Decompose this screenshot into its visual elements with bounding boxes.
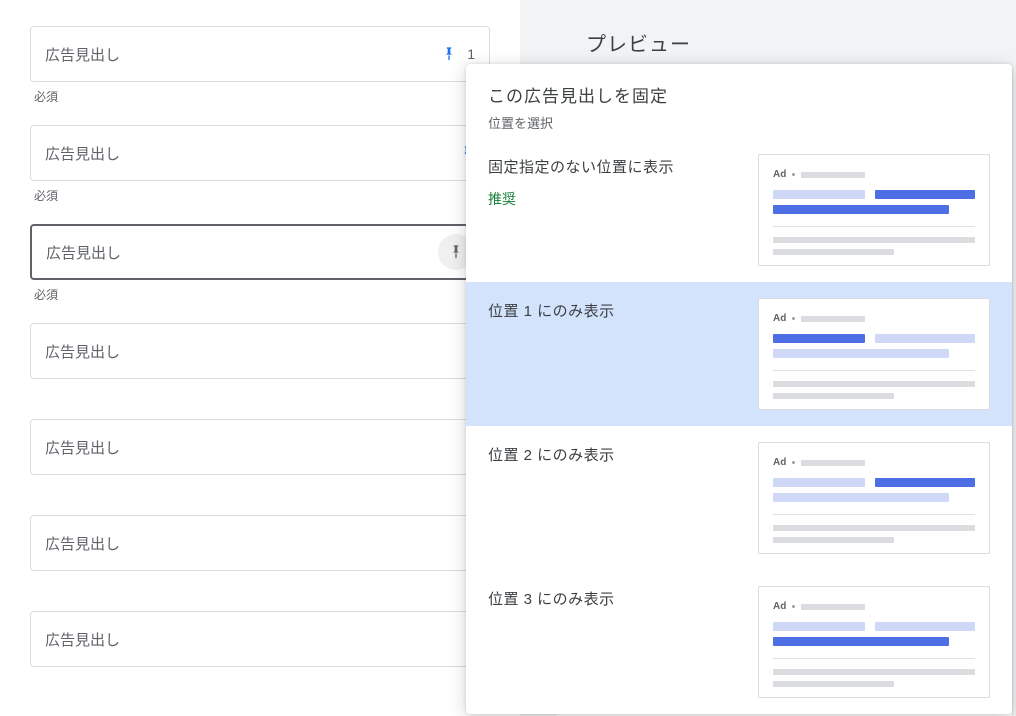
ad-divider bbox=[773, 658, 975, 659]
ad-title-bar bbox=[773, 349, 949, 358]
pin-option-0[interactable]: 固定指定のない位置に表示推奨 Ad bbox=[466, 138, 1012, 282]
headline-placeholder: 広告見出し bbox=[45, 533, 475, 554]
field-meta: 必須 0 / bbox=[30, 181, 490, 204]
headline-placeholder: 広告見出し bbox=[45, 44, 441, 65]
ad-title-bar bbox=[773, 637, 949, 646]
field-meta: 0 / bbox=[30, 571, 490, 591]
ad-title-bar bbox=[773, 190, 865, 199]
headline-placeholder: 広告見出し bbox=[45, 437, 475, 458]
ad-url-bar bbox=[801, 172, 865, 178]
ad-desc-bar bbox=[773, 249, 894, 255]
ad-url-bar bbox=[801, 316, 865, 322]
headline-input-1[interactable]: 広告見出し 1 bbox=[30, 26, 490, 82]
ad-preview: Ad bbox=[758, 154, 990, 266]
required-label: 必須 bbox=[34, 187, 58, 204]
ad-title-bar bbox=[773, 334, 865, 343]
headline-input-5[interactable]: 広告見出し bbox=[30, 419, 490, 475]
ad-tag: Ad bbox=[773, 169, 786, 180]
headline-input-4[interactable]: 広告見出し bbox=[30, 323, 490, 379]
field-meta: 0 / bbox=[30, 475, 490, 495]
ad-dot-icon bbox=[792, 605, 795, 608]
pin-option-label: 位置 3 にのみ表示 bbox=[488, 588, 738, 609]
pin-icon[interactable] bbox=[441, 46, 457, 62]
ad-title-bar bbox=[773, 622, 865, 631]
ad-desc-bar bbox=[773, 393, 894, 399]
headline-placeholder: 広告見出し bbox=[45, 629, 475, 650]
popover-title: この広告見出しを固定 bbox=[488, 82, 990, 107]
headline-placeholder: 広告見出し bbox=[46, 242, 438, 263]
ad-preview: Ad bbox=[758, 442, 990, 554]
headline-input-6[interactable]: 広告見出し bbox=[30, 515, 490, 571]
ad-preview: Ad bbox=[758, 298, 990, 410]
ad-divider bbox=[773, 370, 975, 371]
ad-dot-icon bbox=[792, 461, 795, 464]
ad-tag: Ad bbox=[773, 457, 786, 468]
ad-preview: Ad bbox=[758, 586, 990, 698]
pin-position-popover: この広告見出しを固定 位置を選択 固定指定のない位置に表示推奨 Ad 位置 1 … bbox=[466, 64, 1012, 714]
ad-desc-bar bbox=[773, 537, 894, 543]
ad-tag: Ad bbox=[773, 313, 786, 324]
ad-title-bar bbox=[875, 478, 975, 487]
headline-placeholder: 広告見出し bbox=[45, 341, 475, 362]
ad-title-bar bbox=[773, 478, 865, 487]
headline-input-3[interactable]: 広告見出し bbox=[30, 224, 490, 280]
ad-dot-icon bbox=[792, 317, 795, 320]
required-label: 必須 bbox=[34, 88, 58, 105]
headline-placeholder: 広告見出し bbox=[45, 143, 459, 164]
ad-title-bar bbox=[773, 205, 949, 214]
required-label: 必須 bbox=[34, 286, 58, 303]
pin-position-badge: 1 bbox=[467, 46, 475, 62]
pin-option-label: 位置 1 にのみ表示 bbox=[488, 300, 738, 321]
recommended-label: 推奨 bbox=[488, 189, 738, 209]
pin-icon bbox=[448, 244, 464, 260]
ad-title-bar bbox=[875, 334, 975, 343]
headline-input-7[interactable]: 広告見出し bbox=[30, 611, 490, 667]
ad-title-bar bbox=[875, 622, 975, 631]
ad-divider bbox=[773, 514, 975, 515]
headline-list: 広告見出し 1 必須 0 / 広告見出し 必須 0 / 広告見出し bbox=[0, 0, 520, 667]
ad-divider bbox=[773, 226, 975, 227]
ad-url-bar bbox=[801, 460, 865, 466]
ad-desc-bar bbox=[773, 681, 894, 687]
field-meta: 必須 0 / bbox=[30, 82, 490, 105]
ad-desc-bar bbox=[773, 669, 975, 675]
headline-input-2[interactable]: 広告見出し bbox=[30, 125, 490, 181]
pin-option-2[interactable]: 位置 2 にのみ表示 Ad bbox=[466, 426, 1012, 570]
ad-desc-bar bbox=[773, 381, 975, 387]
field-meta: 必須 0 / bbox=[30, 280, 490, 303]
ad-desc-bar bbox=[773, 237, 975, 243]
ad-dot-icon bbox=[792, 173, 795, 176]
pin-option-label: 位置 2 にのみ表示 bbox=[488, 444, 738, 465]
pin-option-3[interactable]: 位置 3 にのみ表示 Ad bbox=[466, 570, 1012, 714]
preview-title: プレビュー bbox=[520, 0, 1016, 73]
ad-url-bar bbox=[801, 604, 865, 610]
ad-title-bar bbox=[773, 493, 949, 502]
popover-subtitle: 位置を選択 bbox=[488, 113, 990, 132]
field-meta: 0 / bbox=[30, 379, 490, 399]
pin-option-1[interactable]: 位置 1 にのみ表示 Ad bbox=[466, 282, 1012, 426]
ad-tag: Ad bbox=[773, 601, 786, 612]
ad-desc-bar bbox=[773, 525, 975, 531]
pin-option-label: 固定指定のない位置に表示 bbox=[488, 156, 738, 177]
ad-title-bar bbox=[875, 190, 975, 199]
